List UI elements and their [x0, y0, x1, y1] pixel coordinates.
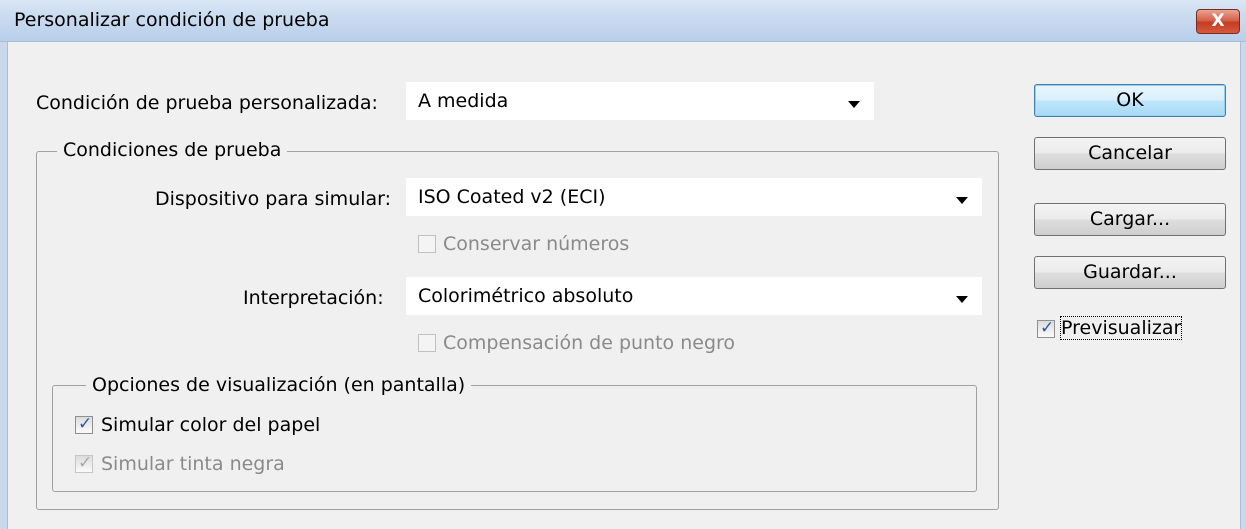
ok-button[interactable]: OK: [1034, 84, 1226, 117]
load-button[interactable]: Cargar...: [1034, 203, 1226, 236]
custom-condition-dropdown[interactable]: A medida: [405, 81, 875, 121]
close-button[interactable]: X: [1196, 9, 1240, 34]
cancel-button[interactable]: Cancelar: [1034, 137, 1226, 170]
window-title: Personalizar condición de prueba: [14, 9, 330, 31]
chevron-down-icon: [956, 197, 968, 204]
chevron-down-icon: [956, 296, 968, 303]
window-border-left: [0, 42, 8, 529]
preview-label: Previsualizar: [1059, 316, 1183, 340]
checkmark-icon: ✓: [78, 414, 93, 434]
device-label: Dispositivo para simular:: [155, 188, 392, 210]
display-options-legend: Opciones de visualización (en pantalla): [86, 374, 472, 396]
chevron-down-icon: [848, 101, 860, 108]
intent-value: Colorimétrico absoluto: [418, 285, 634, 307]
checkmark-icon: ✓: [1040, 318, 1055, 338]
paper-color-checkbox[interactable]: ✓: [75, 414, 93, 434]
preview-checkbox[interactable]: ✓: [1037, 318, 1055, 338]
paper-color-label: Simular color del papel: [101, 414, 321, 436]
preserve-numbers-label: Conservar números: [443, 233, 630, 255]
device-value: ISO Coated v2 (ECI): [418, 186, 606, 208]
intent-dropdown[interactable]: Colorimétrico absoluto: [405, 276, 983, 316]
intent-label: Interpretación:: [243, 287, 384, 309]
black-point-label: Compensación de punto negro: [443, 332, 736, 354]
preserve-numbers-checkbox[interactable]: [418, 235, 436, 253]
display-options-group: [52, 385, 977, 492]
window-border-right: [1240, 42, 1246, 529]
black-point-checkbox[interactable]: [418, 334, 436, 352]
close-icon: X: [1211, 11, 1225, 31]
custom-condition-value: A medida: [418, 90, 509, 112]
black-ink-label: Simular tinta negra: [101, 453, 285, 475]
proof-conditions-legend: Condiciones de prueba: [57, 139, 288, 161]
custom-condition-label: Condición de prueba personalizada:: [36, 92, 378, 114]
device-dropdown[interactable]: ISO Coated v2 (ECI): [405, 177, 983, 217]
save-button[interactable]: Guardar...: [1034, 256, 1226, 289]
black-ink-checkbox[interactable]: ✓: [75, 453, 93, 473]
title-bar: Personalizar condición de prueba X: [0, 0, 1246, 42]
checkmark-icon: ✓: [78, 453, 93, 473]
